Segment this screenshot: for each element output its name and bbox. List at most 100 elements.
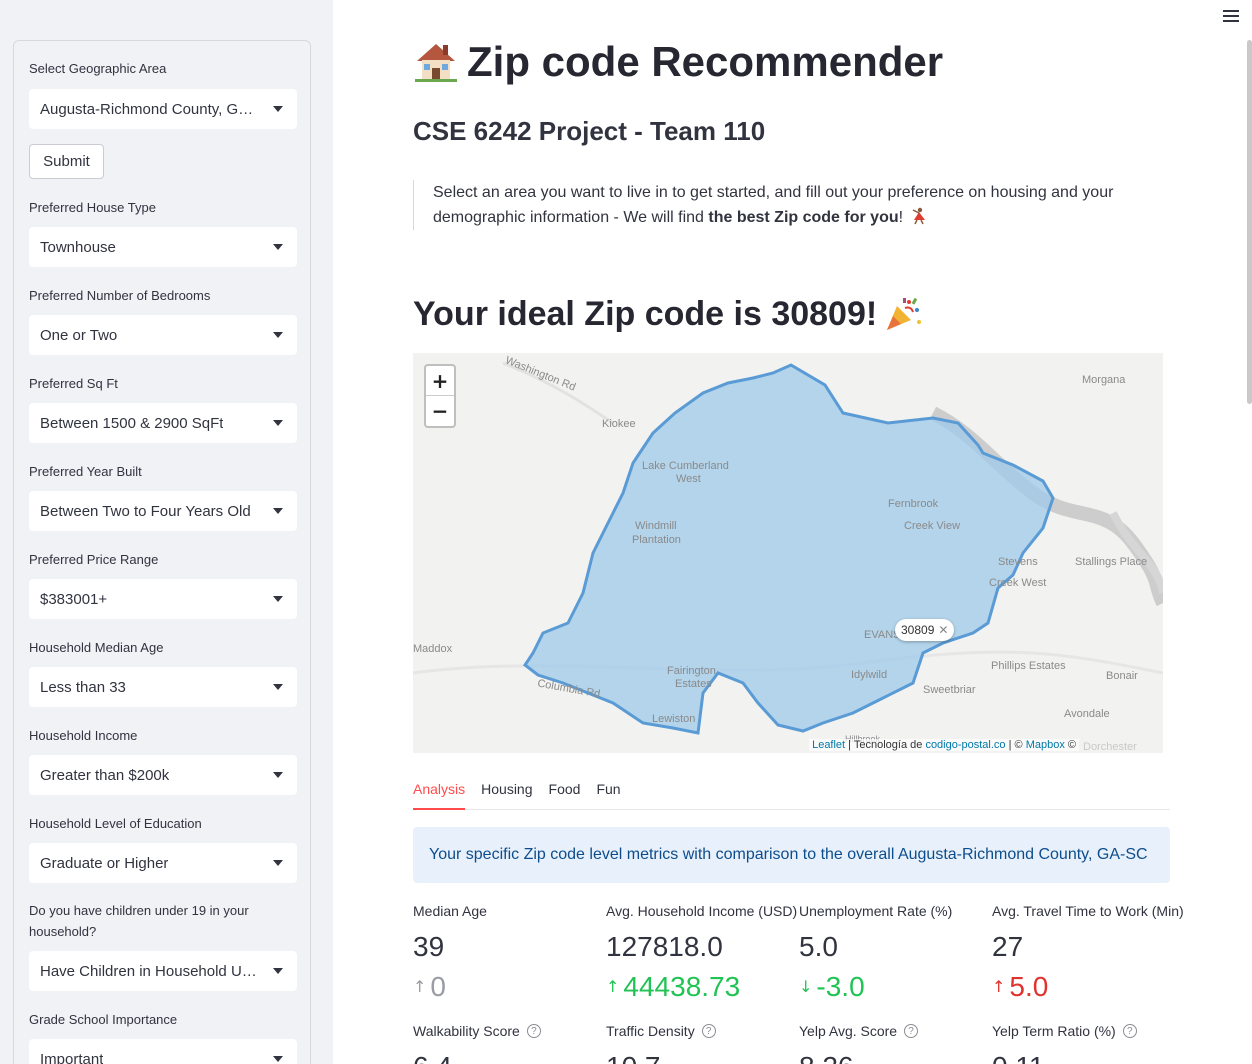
price-range-select[interactable]: $383001+ — [29, 579, 297, 619]
help-icon[interactable]: ? — [1122, 1024, 1137, 1038]
median-age-label: Household Median Age — [29, 640, 164, 655]
chevron-down-icon — [273, 684, 283, 690]
map-label: Fernbrook — [888, 498, 939, 510]
map-label: Idylwild — [851, 669, 888, 681]
house-type-select[interactable]: Townhouse — [29, 227, 297, 267]
ideal-zip-text: Your ideal Zip code is 30809! — [413, 294, 878, 333]
map-label: Fairington — [667, 665, 716, 677]
sidebar: Select Geographic Area Augusta-Richmond … — [0, 0, 333, 1064]
metric-delta: ↑ 5.0 — [992, 969, 1182, 1005]
bedrooms-select[interactable]: One or Two — [29, 315, 297, 355]
house-type-value: Townhouse — [40, 238, 116, 256]
geo-area-value: Augusta-Richmond County, GA-SC — [40, 100, 261, 118]
delta-value: -3.0 — [816, 971, 865, 1002]
income-select[interactable]: Greater than $200k — [29, 755, 297, 795]
leaflet-link[interactable]: Leaflet — [812, 739, 845, 751]
map-label: Creek West — [989, 577, 1047, 589]
education-label: Household Level of Education — [29, 816, 202, 831]
metric-value: 8.26 — [799, 1049, 989, 1064]
map-canvas — [413, 361, 1163, 735]
metric-label: Median Age — [413, 903, 487, 919]
metric-label-text: Walkability Score — [413, 1023, 520, 1039]
map-label: Creek View — [904, 520, 961, 532]
chevron-down-icon — [273, 860, 283, 866]
tab-bar: Analysis Housing Food Fun — [413, 778, 1170, 810]
year-built-select[interactable]: Between Two to Four Years Old — [29, 491, 297, 531]
education-select[interactable]: Graduate or Higher — [29, 843, 297, 883]
map-attribution: Leaflet | Tecnología de codigo-postal.co… — [809, 739, 1079, 751]
house-type-label: Preferred House Type — [29, 200, 156, 215]
chevron-down-icon — [273, 106, 283, 112]
metric-label-text: Traffic Density — [606, 1023, 695, 1039]
metric-value: 10.7 — [606, 1049, 796, 1064]
scrollbar[interactable] — [1247, 40, 1252, 404]
map-label: Plantation — [632, 534, 681, 546]
chevron-down-icon — [273, 244, 283, 250]
tab-fun[interactable]: Fun — [596, 778, 620, 810]
hamburger-menu-icon[interactable] — [1223, 10, 1239, 24]
zoom-out-button[interactable]: − — [426, 396, 454, 426]
metric-yelp-term-ratio: Yelp Term Ratio (%)? 0.11 — [992, 1021, 1182, 1064]
tab-analysis[interactable]: Analysis — [413, 778, 466, 810]
chevron-down-icon — [273, 1056, 283, 1062]
tab-housing[interactable]: Housing — [481, 778, 532, 810]
river-branch — [1109, 511, 1163, 594]
map-label: Stevens — [998, 556, 1038, 568]
metric-value: 5.0 — [799, 931, 838, 962]
map-label: Maddox — [413, 643, 453, 655]
metric-label-text: Yelp Avg. Score — [799, 1023, 898, 1039]
metric-label: Unemployment Rate (%) — [799, 903, 953, 919]
ideal-zip-heading: Your ideal Zip code is 30809! — [413, 294, 923, 334]
map-label: Dorchester — [1083, 741, 1137, 753]
mapbox-link[interactable]: Mapbox — [1026, 739, 1065, 751]
sqft-select[interactable]: Between 1500 & 2900 SqFt — [29, 403, 297, 443]
help-icon[interactable]: ? — [701, 1024, 716, 1038]
metric-label: Walkability Score? — [413, 1021, 603, 1041]
metric-value: 27 — [992, 931, 1024, 962]
year-built-label: Preferred Year Built — [29, 464, 142, 479]
house-icon — [415, 44, 457, 82]
income-value: Greater than $200k — [40, 766, 170, 784]
metric-value: 6.4 — [413, 1049, 603, 1064]
school-select[interactable]: Important — [29, 1039, 297, 1064]
sqft-label: Preferred Sq Ft — [29, 376, 118, 391]
arrow-up-icon: ↑ — [606, 977, 620, 996]
chevron-down-icon — [273, 420, 283, 426]
bedrooms-label: Preferred Number of Bedrooms — [29, 288, 211, 303]
price-range-value: $383001+ — [40, 590, 108, 608]
metric-label: Yelp Avg. Score? — [799, 1021, 989, 1041]
submit-button[interactable]: Submit — [29, 144, 104, 179]
children-select[interactable]: Have Children in Household Under 19 — [29, 951, 297, 991]
zoom-in-button[interactable]: + — [426, 366, 454, 396]
metric-household-income: Avg. Household Income (USD) 127818.0 ↑ 44… — [606, 901, 797, 1005]
map-label: Avondale — [1064, 708, 1110, 720]
arrow-down-icon: ↓ — [799, 977, 813, 996]
metric-value: 127818.0 — [606, 931, 723, 962]
map-label: West — [676, 473, 701, 485]
geo-area-select[interactable]: Augusta-Richmond County, GA-SC — [29, 89, 297, 129]
map-label: Sweetbriar — [923, 684, 976, 696]
map-label: Stallings Place — [1075, 556, 1148, 568]
help-icon[interactable]: ? — [526, 1024, 541, 1038]
tab-food[interactable]: Food — [549, 778, 581, 810]
close-icon[interactable]: ✕ — [938, 623, 948, 637]
zip-marker-tooltip[interactable]: 30809 ✕ — [895, 619, 955, 641]
page-subtitle: CSE 6242 Project - Team 110 — [413, 116, 766, 146]
attribution-sep: | © — [1005, 739, 1026, 751]
zip-marker-label: 30809 — [901, 623, 935, 637]
metric-walkability: Walkability Score? 6.4 — [413, 1021, 603, 1064]
geo-area-label: Select Geographic Area — [29, 61, 167, 76]
map-label: Bonair — [1106, 670, 1138, 682]
intro-end: ! — [898, 209, 904, 226]
metric-label: Yelp Term Ratio (%)? — [992, 1021, 1182, 1041]
dancer-icon — [912, 207, 925, 225]
help-icon[interactable]: ? — [904, 1024, 919, 1038]
map-label: Phillips Estates — [991, 660, 1066, 672]
map-label: Lake Cumberland — [642, 460, 729, 472]
school-value: Important — [40, 1050, 104, 1064]
codigo-postal-link[interactable]: codigo-postal.co — [925, 739, 1005, 751]
median-age-select[interactable]: Less than 33 — [29, 667, 297, 707]
price-range-label: Preferred Price Range — [29, 552, 159, 567]
zip-map[interactable]: + − Washington Rd Morgana Kiokee Lake Cu… — [413, 353, 1163, 753]
party-popper-icon — [887, 297, 922, 330]
